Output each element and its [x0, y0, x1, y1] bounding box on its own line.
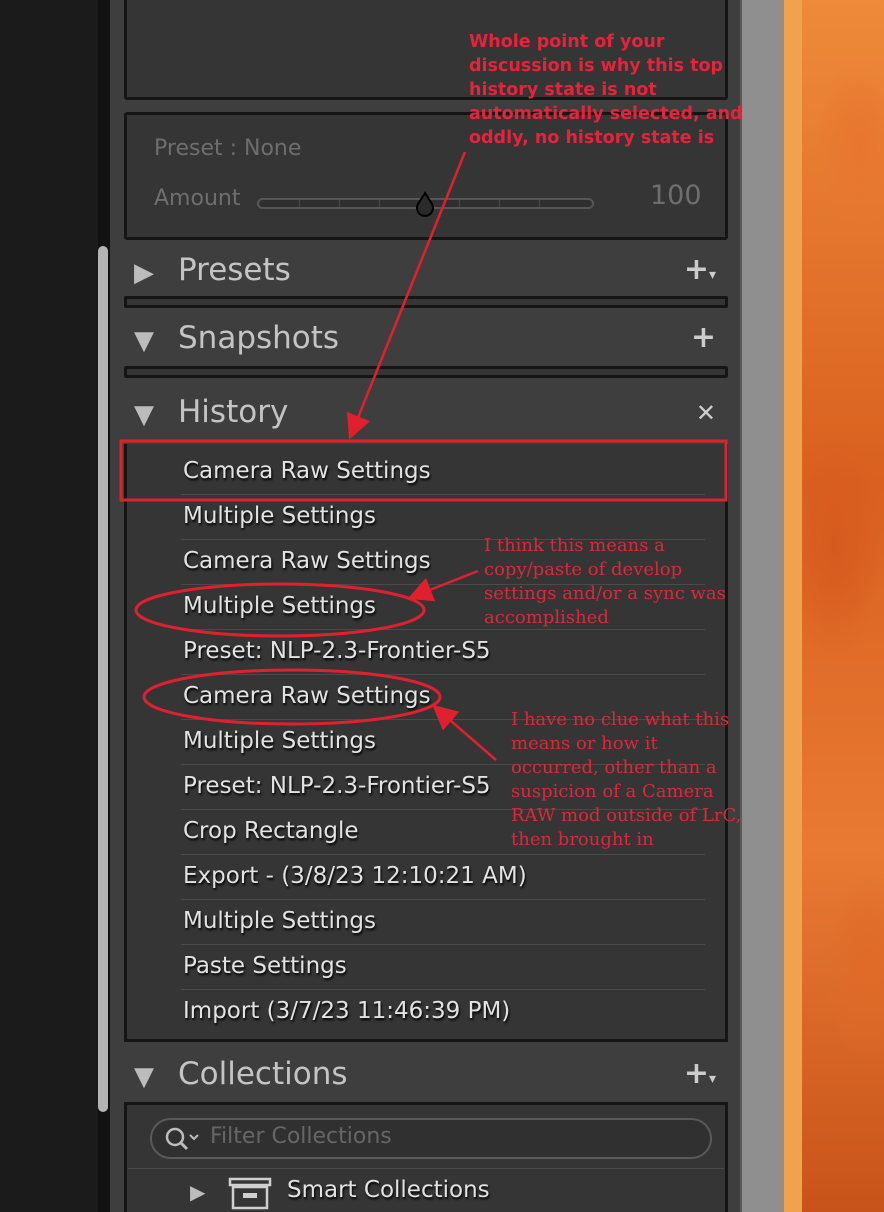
chevron-down-icon: ▾ — [708, 1071, 716, 1087]
smart-collections-label[interactable]: Smart Collections — [287, 1177, 490, 1203]
triangle-right-icon[interactable]: ▶ — [190, 1180, 205, 1204]
amount-value: 100 — [650, 180, 702, 211]
snapshots-panel-bar — [124, 366, 728, 378]
close-icon: ✕ — [695, 399, 716, 427]
presets-panel-header[interactable]: ▶ Presets +▾ — [124, 252, 728, 300]
preset-label: Preset : None — [154, 136, 302, 161]
history-title: History — [178, 394, 289, 430]
plus-icon: + — [690, 320, 716, 355]
panel-divider — [740, 0, 784, 1212]
slider-thumb[interactable] — [410, 190, 440, 220]
snapshots-title: Snapshots — [178, 320, 340, 356]
annotation-top-note: Whole point of your discussion is why th… — [469, 32, 743, 148]
history-panel-header[interactable]: ▼ History ✕ — [124, 394, 728, 442]
triangle-down-icon[interactable]: ▼ — [134, 326, 154, 356]
smart-collection-icon — [228, 1177, 272, 1210]
history-item[interactable]: Export - (3/8/23 12:10:21 AM) — [127, 855, 725, 900]
annotation-copy-paste-note: I think this means a copy/paste of devel… — [484, 535, 726, 628]
plus-icon: + — [683, 1056, 709, 1091]
snapshots-panel-header[interactable]: ▼ Snapshots + — [124, 320, 728, 368]
add-snapshot-button[interactable]: + — [691, 320, 716, 355]
search-icon[interactable] — [164, 1126, 202, 1152]
scrollbar-thumb[interactable] — [98, 246, 108, 1112]
add-collection-button[interactable]: +▾ — [684, 1056, 716, 1091]
amount-label: Amount — [154, 186, 241, 211]
left-filmstrip-area — [0, 0, 98, 1212]
presets-title: Presets — [178, 252, 291, 288]
chevron-down-icon: ▾ — [708, 267, 716, 283]
collections-title: Collections — [178, 1056, 348, 1092]
history-item[interactable]: Camera Raw Settings — [127, 450, 725, 495]
triangle-right-icon[interactable]: ▶ — [134, 258, 154, 288]
history-item[interactable]: Paste Settings — [127, 945, 725, 990]
history-item[interactable]: Import (3/7/23 11:46:39 PM) — [127, 990, 725, 1035]
presets-panel-bar — [124, 296, 728, 308]
collections-panel-header[interactable]: ▼ Collections +▾ — [124, 1056, 728, 1104]
divider — [128, 1168, 724, 1169]
history-item[interactable]: Preset: NLP-2.3-Frontier-S5 — [127, 630, 725, 675]
annotation-camera-raw-note: I have no clue what this means or how it… — [511, 709, 742, 850]
add-preset-button[interactable]: +▾ — [684, 252, 716, 287]
plus-icon: + — [683, 252, 709, 287]
triangle-down-icon[interactable]: ▼ — [134, 400, 154, 430]
triangle-down-icon[interactable]: ▼ — [134, 1062, 154, 1092]
history-item[interactable]: Multiple Settings — [127, 900, 725, 945]
filter-placeholder: Filter Collections — [210, 1124, 392, 1149]
clear-history-button[interactable]: ✕ — [696, 394, 716, 429]
photo-preview — [784, 0, 884, 1212]
